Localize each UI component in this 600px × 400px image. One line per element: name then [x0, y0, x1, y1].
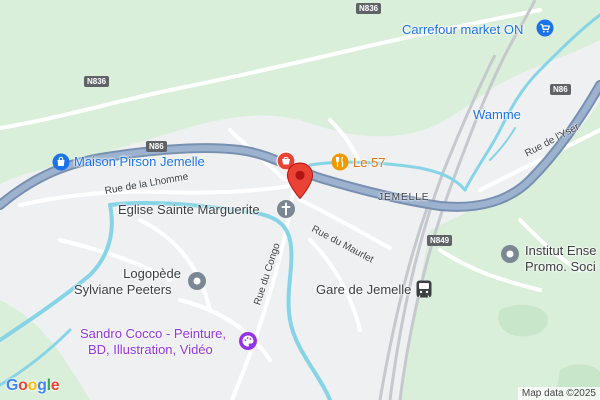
poi-label-carrefour[interactable]: Carrefour market ON	[402, 23, 523, 36]
poi-label-le57[interactable]: Le 57	[353, 156, 386, 169]
poi-label-maison-pirson[interactable]: Maison Pirson Jemelle	[74, 155, 205, 168]
cross-icon[interactable]	[276, 199, 296, 219]
logo-letter: o	[27, 377, 38, 394]
poi-label-logopede-line1[interactable]: Logopède	[120, 267, 181, 280]
poi-label-logopede-line2[interactable]: Sylviane Peeters	[74, 283, 172, 296]
poi-label-eglise[interactable]: Eglise Sainte Marguerite	[118, 203, 260, 216]
place-label-wamme: Wamme	[473, 107, 521, 122]
road-shield-n836-left: N836	[84, 76, 110, 87]
logo-letter: g	[37, 377, 47, 394]
red-location-pin-icon[interactable]	[286, 162, 314, 200]
map-canvas[interactable]: N836 N836 N86 N86 N849 Rue de la Lhomme …	[0, 0, 600, 400]
poi-label-institut-line1[interactable]: Institut Ense	[525, 244, 597, 257]
map-attribution[interactable]: Map data ©2025	[517, 387, 600, 400]
shopping-bag-icon[interactable]	[52, 153, 70, 171]
poi-label-sandro-line2[interactable]: BD, Illustration, Vidéo	[88, 342, 213, 357]
poi-label-gare[interactable]: Gare de Jemelle	[316, 283, 411, 296]
fork-knife-icon[interactable]	[331, 153, 349, 171]
logo-letter: G	[6, 377, 19, 394]
road-shield-n86-right: N86	[550, 84, 571, 95]
district-label-jemelle: JEMELLE	[378, 192, 430, 203]
google-logo: Google	[6, 377, 60, 395]
poi-label-institut-line2[interactable]: Promo. Soci	[525, 260, 596, 273]
poi-label-sandro-line1[interactable]: Sandro Cocco - Peinture,	[80, 326, 226, 341]
road-shield-n86-left: N86	[146, 141, 167, 152]
logo-letter: e	[50, 377, 60, 394]
art-palette-icon[interactable]	[238, 331, 258, 351]
logopede-poi-icon[interactable]	[187, 271, 207, 291]
train-icon[interactable]	[416, 280, 432, 298]
institut-poi-icon[interactable]	[500, 244, 520, 264]
logo-letter: o	[18, 377, 28, 394]
road-shield-n836-top: N836	[356, 3, 382, 14]
road-shield-n849: N849	[427, 235, 453, 246]
shopping-cart-icon[interactable]	[536, 19, 554, 37]
